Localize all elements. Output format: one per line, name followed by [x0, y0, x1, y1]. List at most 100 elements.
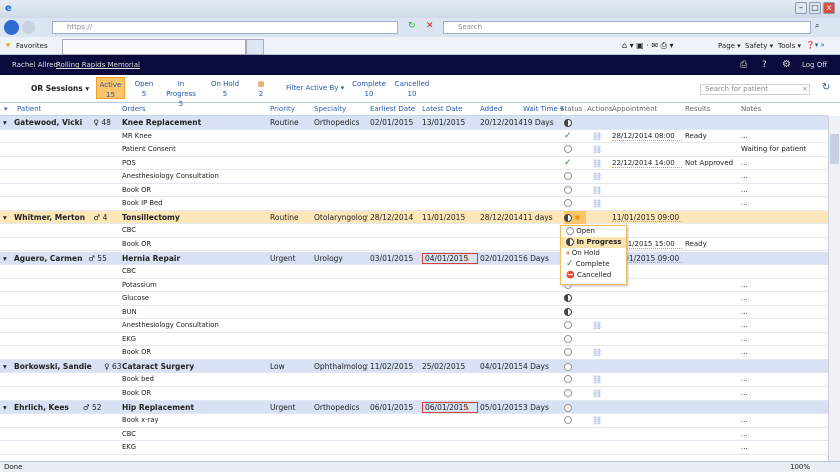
patient-row[interactable]: ▾ Whitmer, Merton ♂ 4 Tonsillectomy Routine… — [0, 210, 828, 225]
home-icon[interactable]: ⌂ ▾ ▣ · ✉ ⎙ ▾ — [622, 41, 674, 51]
safety-menu[interactable]: Safety ▾ — [745, 42, 773, 50]
filter-active-by-dropdown[interactable]: Filter Active By ▾ — [286, 84, 344, 92]
complete-status-icon[interactable]: ✓ — [564, 157, 589, 170]
column-header[interactable]: Specialty — [314, 105, 346, 113]
open-status-icon[interactable] — [564, 197, 589, 210]
log-off-link[interactable]: Log Off — [802, 55, 827, 75]
count-open[interactable]: Open 5 — [130, 79, 158, 99]
order-row[interactable]: EKG... — [0, 441, 828, 455]
open-status-icon[interactable] — [564, 333, 589, 346]
open-status-icon[interactable] — [564, 401, 589, 414]
column-header[interactable]: Orders — [122, 105, 146, 113]
count-active[interactable]: Active 15 — [96, 77, 125, 99]
in-progress-status-icon[interactable] — [564, 292, 589, 305]
order-row[interactable]: CBC — [0, 265, 828, 279]
close-button[interactable]: x — [823, 2, 835, 14]
column-header[interactable]: Actions — [587, 105, 613, 113]
order-row[interactable]: Book OR 11/01/2015 15:00 Ready — [0, 238, 828, 252]
status-option-cancelled[interactable]: ⛔ Cancelled — [561, 270, 626, 281]
back-button[interactable] — [4, 20, 19, 35]
column-header[interactable]: Latest Date — [422, 105, 463, 113]
link-icon[interactable]: ⛓ — [592, 170, 615, 184]
status-option-on-hold[interactable]: ⏸ On Hold — [561, 248, 626, 259]
or-sessions-dropdown[interactable]: OR Sessions ▾ — [31, 84, 89, 93]
order-row[interactable]: CBC — [0, 224, 828, 238]
help-icon[interactable]: ? — [762, 55, 767, 75]
patient-row[interactable]: ▾ Ehrlich, Kees ♂ 52 Hip Replacement Urgent… — [0, 400, 828, 415]
link-icon[interactable]: ⛓ — [592, 387, 615, 401]
gear-icon[interactable]: ⚙ — [782, 55, 791, 75]
zoom-level[interactable]: 100% — [790, 462, 810, 472]
open-status-icon[interactable] — [564, 170, 589, 183]
favorites-button[interactable]: Favorites — [16, 42, 48, 50]
minimize-button[interactable]: – — [795, 2, 807, 14]
column-header[interactable]: Patient — [17, 105, 41, 113]
link-icon[interactable]: ⛓ — [592, 184, 615, 198]
order-row[interactable]: Book OR ⛓... — [0, 387, 828, 401]
clear-search-icon[interactable]: × — [802, 85, 808, 93]
order-row[interactable]: Potassium... — [0, 279, 828, 293]
help-icon[interactable]: ❓▾ » — [806, 41, 825, 49]
open-status-icon[interactable] — [564, 143, 589, 156]
open-status-icon[interactable] — [564, 319, 589, 332]
print-icon[interactable]: ⎙ — [740, 55, 747, 75]
open-status-icon[interactable] — [564, 360, 589, 373]
patient-search-input[interactable]: Search for patient — [700, 84, 810, 95]
appointment[interactable]: 22/12/2014 14:00 — [612, 157, 682, 168]
new-tab-button[interactable] — [246, 39, 264, 55]
order-row[interactable]: Patient Consent ⛓ Waiting for patient — [0, 143, 828, 157]
link-icon[interactable]: ⛓ — [592, 197, 615, 211]
column-header[interactable]: Results — [685, 105, 710, 113]
order-row[interactable]: Book OR ⛓... — [0, 346, 828, 360]
order-row[interactable]: Book x-ray ⛓... — [0, 414, 828, 428]
open-status-icon[interactable] — [564, 387, 589, 400]
search-icon[interactable]: ⌕ — [815, 21, 819, 31]
order-row[interactable]: MR Knee ✓ ⛓ 28/12/2014 08:00 Ready... — [0, 130, 828, 144]
link-icon[interactable]: ⛓ — [592, 319, 615, 333]
order-row[interactable]: Anesthesiology Consultation ⛓... — [0, 170, 828, 184]
count-on-hold[interactable]: On Hold 5 — [210, 79, 240, 99]
order-row[interactable]: Book OR ⛓... — [0, 184, 828, 198]
facility-link[interactable]: Rolling Rapids Memorial — [56, 55, 140, 75]
open-status-icon[interactable] — [564, 346, 589, 359]
column-header[interactable]: Appointment — [612, 105, 657, 113]
order-row[interactable]: Glucose... — [0, 292, 828, 306]
order-row[interactable]: EKG... — [0, 333, 828, 347]
order-row[interactable]: BUN... — [0, 306, 828, 320]
open-status-icon[interactable] — [564, 184, 589, 197]
column-header[interactable]: Added — [480, 105, 502, 113]
order-row[interactable]: Book IP Bed ⛓... — [0, 197, 828, 211]
appointment[interactable]: 11/01/2015 09:00 — [612, 211, 682, 222]
in-progress-status-icon[interactable] — [564, 306, 589, 319]
order-row[interactable]: CBC... — [0, 428, 828, 442]
order-row[interactable]: Book bed ⛓... — [0, 373, 828, 387]
vertical-scrollbar[interactable] — [828, 116, 840, 461]
open-status-icon[interactable] — [564, 414, 589, 427]
status-option-complete[interactable]: ✓ Complete — [561, 259, 626, 270]
maximize-button[interactable]: □ — [809, 2, 821, 14]
status-option-in-progress[interactable]: In Progress — [561, 237, 626, 248]
open-status-icon[interactable] — [564, 373, 589, 386]
page-menu[interactable]: Page ▾ — [718, 42, 741, 50]
column-header[interactable]: Priority — [270, 105, 295, 113]
order-row[interactable]: POS ✓ ⛓ 22/12/2014 14:00 Not Approved... — [0, 157, 828, 171]
column-header[interactable]: Earliest Date — [370, 105, 415, 113]
complete-status-icon[interactable]: ✓ — [564, 130, 589, 143]
tools-menu[interactable]: Tools ▾ — [778, 42, 801, 50]
forward-button[interactable] — [22, 21, 35, 34]
link-icon[interactable]: ⛓ — [592, 373, 615, 387]
refresh-icon[interactable]: ↻ — [822, 82, 830, 93]
count-cancelled[interactable]: Cancelled 10 — [394, 79, 430, 99]
collapse-all-icon[interactable]: ▾ — [4, 105, 8, 113]
count-alerts[interactable]: ▦ 2 — [252, 79, 270, 99]
count-complete[interactable]: Complete 10 — [350, 79, 388, 99]
browser-search[interactable]: Search — [443, 21, 811, 34]
in-progress-status-icon[interactable]: ✱ — [564, 210, 586, 224]
stop-icon[interactable]: ✕ — [426, 21, 434, 31]
patient-row[interactable]: ▾ Gatewood, Vicki ♀ 48 Knee Replacement Rou… — [0, 116, 828, 130]
browser-tab[interactable] — [62, 39, 246, 55]
link-icon[interactable]: ⛓ — [592, 414, 615, 428]
appointment[interactable]: 28/12/2014 08:00 — [612, 130, 682, 141]
order-row[interactable]: Anesthesiology Consultation ⛓... — [0, 319, 828, 333]
refresh-icon[interactable]: ↻ — [408, 21, 416, 31]
